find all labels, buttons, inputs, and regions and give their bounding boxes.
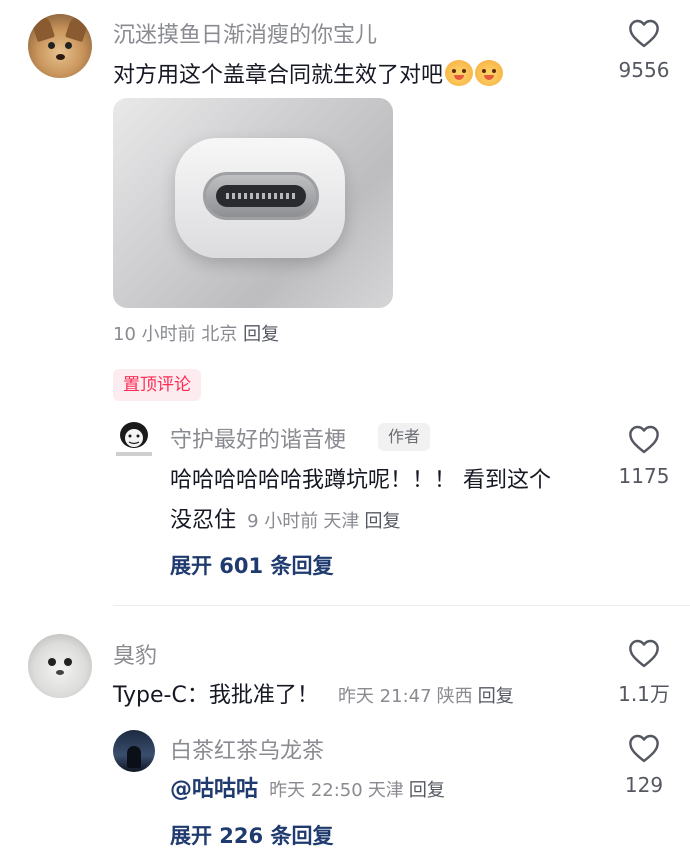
- reply-button[interactable]: 回复: [364, 511, 400, 532]
- avatar[interactable]: [28, 634, 92, 698]
- like-heart-icon[interactable]: [627, 424, 661, 454]
- divider: [113, 605, 690, 606]
- pinned-badge: 置顶评论: [113, 369, 201, 401]
- comment-text-body: 对方用这个盖章合同就生效了对吧: [113, 63, 444, 88]
- avatar[interactable]: [28, 14, 92, 78]
- comment-username[interactable]: 沉迷摸鱼日渐消瘦的你宝儿: [113, 17, 377, 49]
- expand-replies-button[interactable]: 展开 226 条回复: [170, 820, 333, 850]
- comment-text: Type-C：我批准了！: [113, 683, 319, 708]
- reply-time: 昨天 22:50: [269, 780, 363, 801]
- reply-location: 天津: [367, 780, 404, 801]
- like-count: 9556: [618, 58, 670, 82]
- comment-location: 陕西: [436, 686, 473, 707]
- like-heart-icon[interactable]: [627, 18, 661, 48]
- comment-time: 10 小时前: [113, 324, 196, 345]
- usb-c-plug-graphic: [175, 138, 345, 258]
- reply-text-continued: 没忍住: [170, 508, 237, 533]
- author-badge: 作者: [378, 423, 431, 451]
- cool-face-emoji-icon: [445, 60, 474, 86]
- comment-text-row: Type-C：我批准了！ 昨天 21:47 陕西 回复: [113, 677, 514, 709]
- reply-username[interactable]: 守护最好的谐音梗: [170, 422, 346, 454]
- reply-username[interactable]: 白茶红茶乌龙茶: [170, 733, 324, 765]
- like-count: 1.1万: [618, 682, 670, 706]
- reply-time: 9 小时前: [247, 511, 319, 532]
- cool-face-emoji-icon: [475, 60, 504, 86]
- reply-location: 天津: [323, 511, 360, 532]
- reply-button[interactable]: 回复: [478, 686, 514, 707]
- like-heart-icon[interactable]: [627, 733, 661, 763]
- comment-text: 对方用这个盖章合同就生效了对吧: [113, 57, 504, 89]
- like-count: 129: [624, 773, 664, 797]
- expand-replies-button[interactable]: 展开 601 条回复: [170, 550, 333, 580]
- comment-meta: 10 小时前 北京 回复: [113, 320, 279, 346]
- like-count: 1175: [618, 464, 670, 488]
- reply-text-row: @咕咕咕 昨天 22:50 天津 回复: [170, 771, 445, 803]
- mention-link[interactable]: @咕咕咕: [170, 777, 258, 802]
- avatar[interactable]: [113, 418, 155, 460]
- comment-time: 昨天 21:47: [337, 686, 432, 707]
- like-heart-icon[interactable]: [627, 638, 661, 668]
- avatar[interactable]: [113, 730, 155, 772]
- reply-button[interactable]: 回复: [409, 780, 445, 801]
- reply-text-line2: 没忍住 9 小时前 天津 回复: [170, 502, 400, 534]
- reply-text-line1: 哈哈哈哈哈哈我蹲坑呢！！！ 看到这个: [170, 468, 551, 493]
- comment-username[interactable]: 臭豹: [113, 638, 157, 670]
- reply-button[interactable]: 回复: [243, 324, 279, 345]
- comment-image[interactable]: [113, 98, 393, 308]
- comment-location: 北京: [201, 324, 238, 345]
